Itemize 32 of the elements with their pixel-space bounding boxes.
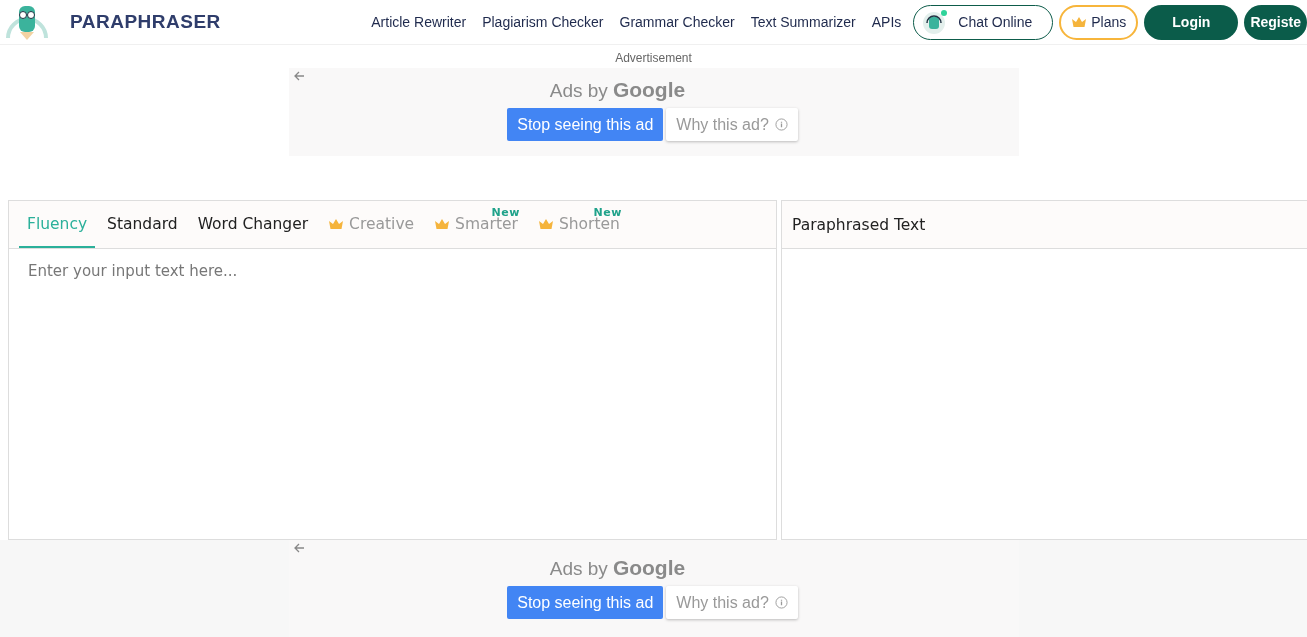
chat-online-button[interactable]: Chat Online <box>913 4 1054 40</box>
crown-icon <box>434 218 451 230</box>
google-wordmark: Google <box>612 556 686 580</box>
nav-link[interactable]: APIs <box>871 14 902 30</box>
new-label: New <box>491 206 520 219</box>
plans-button[interactable]: Plans <box>1059 4 1139 40</box>
input-editor[interactable]: Fluency Standard Word Changer Creative Smarter New Shorten New Enter your input text here... <box>8 200 777 540</box>
info-icon <box>774 118 788 131</box>
google-wordmark: Google <box>612 78 686 102</box>
login-button[interactable]: Login <box>1144 4 1239 40</box>
stop-seeing-ad-button[interactable]: Stop seeing this ad <box>507 108 664 141</box>
back-arrow-icon[interactable] <box>292 542 305 554</box>
brand-name[interactable]: PARAPHRASER <box>70 11 221 33</box>
mode-tab[interactable]: Standard <box>99 202 186 248</box>
output-title: Paraphrased Text <box>792 215 926 234</box>
nav-link[interactable]: Text Summarizer <box>750 14 856 30</box>
back-arrow-icon[interactable] <box>292 70 305 82</box>
stop-seeing-ad-button[interactable]: Stop seeing this ad <box>507 586 664 619</box>
robot-headset-icon <box>922 9 949 35</box>
crown-icon <box>1071 16 1088 28</box>
ads-by-text: Ads by <box>549 558 608 580</box>
crown-icon <box>537 218 554 230</box>
mode-tab[interactable]: Word Changer <box>189 202 317 248</box>
nav-link[interactable]: Article Rewriter <box>371 14 467 30</box>
advertisement-label: Advertisement <box>615 51 692 65</box>
nav-link[interactable]: Plagiarism Checker <box>482 14 604 30</box>
new-label: New <box>593 206 622 219</box>
nav-link[interactable]: Grammar Checker <box>619 14 735 30</box>
register-button[interactable]: Registe <box>1244 4 1307 40</box>
crown-icon <box>328 218 345 230</box>
ads-by-text: Ads by <box>549 80 608 102</box>
info-icon <box>774 596 788 609</box>
